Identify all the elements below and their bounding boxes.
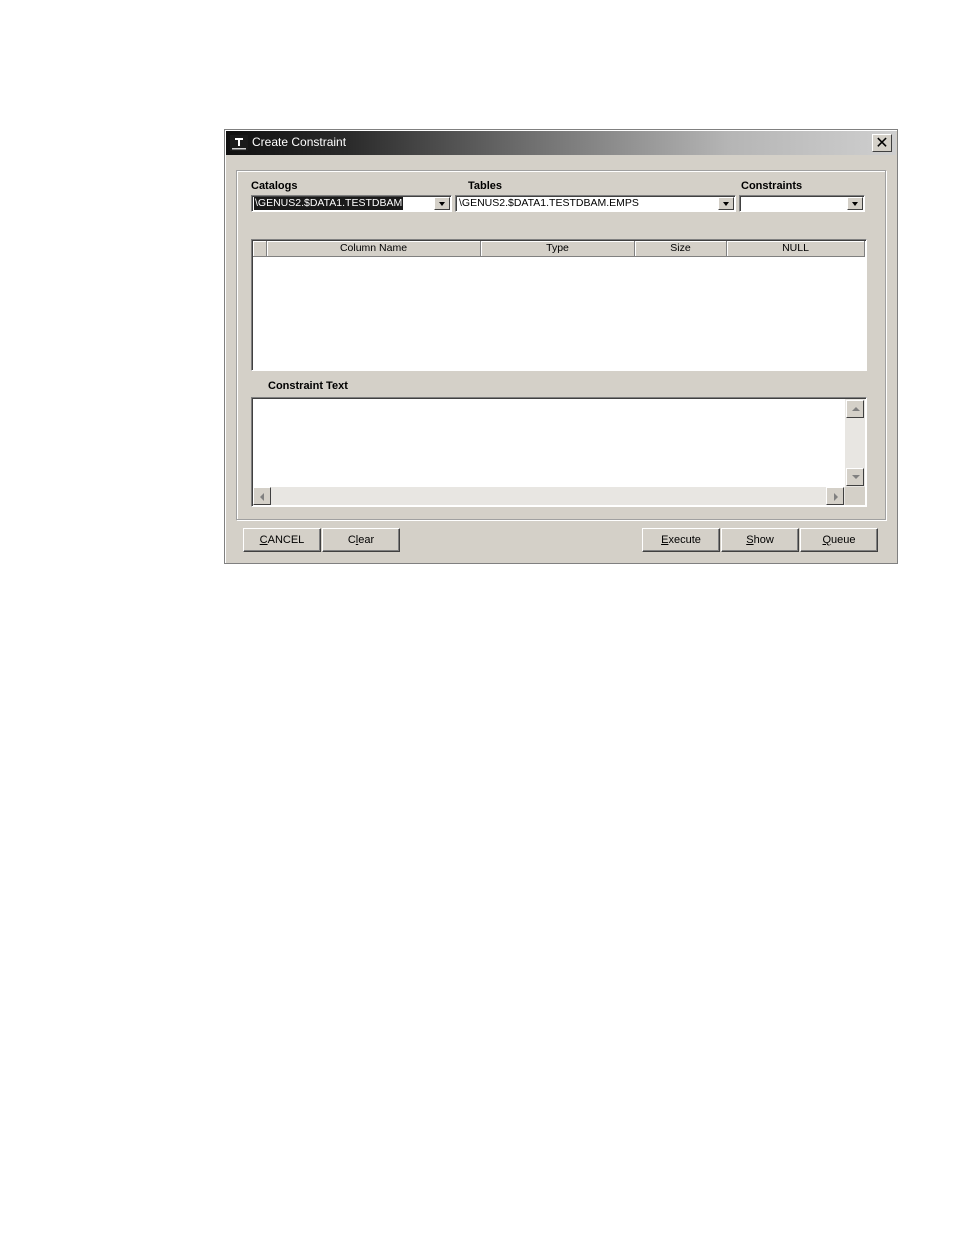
close-button[interactable]: ✕ xyxy=(872,134,892,152)
column-header-type[interactable]: Type xyxy=(481,241,635,257)
catalogs-selected-value: \GENUS2.$DATA1.TESTDBAM xyxy=(254,197,404,210)
constraints-dropdown[interactable] xyxy=(739,195,865,212)
constraint-text-area[interactable] xyxy=(251,397,867,507)
scroll-left-button[interactable] xyxy=(253,487,271,505)
tables-dropdown-button[interactable] xyxy=(718,197,734,210)
scroll-down-button[interactable] xyxy=(846,468,864,486)
arrow-right-icon xyxy=(834,493,838,501)
execute-label-rest: xecute xyxy=(668,534,701,546)
create-constraint-dialog: Create Constraint ✕ Catalogs Tables Cons… xyxy=(224,129,898,564)
grid-header: Column Name Type Size NULL xyxy=(253,241,865,257)
cancel-label-rest: ANCEL xyxy=(267,534,305,546)
cancel-button[interactable]: CANCEL xyxy=(243,528,321,552)
arrow-down-icon xyxy=(852,475,860,479)
constraints-label: Constraints xyxy=(741,180,803,192)
queue-button[interactable]: Queue xyxy=(800,528,878,552)
arrow-left-icon xyxy=(260,493,264,501)
clear-label-pre: C xyxy=(347,534,356,546)
constraint-text-label: Constraint Text xyxy=(268,380,348,392)
title-bar[interactable]: Create Constraint ✕ xyxy=(226,131,896,155)
catalogs-dropdown[interactable]: \GENUS2.$DATA1.TESTDBAM xyxy=(251,195,452,212)
show-mnemonic: S xyxy=(746,534,754,546)
column-header-size[interactable]: Size xyxy=(635,241,727,257)
tables-selected-value: \GENUS2.$DATA1.TESTDBAM.EMPS xyxy=(459,197,639,209)
queue-mnemonic: Q xyxy=(822,534,832,546)
clear-label-rest: ear xyxy=(358,534,375,546)
scroll-right-button[interactable] xyxy=(826,487,844,505)
vertical-scrollbar[interactable] xyxy=(845,399,865,487)
show-label-rest: how xyxy=(753,534,774,546)
queue-label-rest: ueue xyxy=(831,534,856,546)
chevron-down-icon xyxy=(723,202,729,206)
constraints-dropdown-button[interactable] xyxy=(847,197,863,210)
horizontal-scrollbar[interactable] xyxy=(253,487,845,505)
scrollbar-corner xyxy=(845,487,865,505)
tables-dropdown[interactable]: \GENUS2.$DATA1.TESTDBAM.EMPS xyxy=(455,195,736,212)
clear-button[interactable]: Clear xyxy=(322,528,400,552)
scroll-up-button[interactable] xyxy=(846,400,864,418)
chevron-down-icon xyxy=(852,202,858,206)
cancel-mnemonic: C xyxy=(259,534,268,546)
execute-button[interactable]: Execute xyxy=(642,528,720,552)
window-title: Create Constraint xyxy=(252,135,347,149)
column-header-null[interactable]: NULL xyxy=(727,241,865,257)
catalogs-label: Catalogs xyxy=(251,180,298,192)
column-grid[interactable]: Column Name Type Size NULL xyxy=(251,239,867,371)
column-header-column-name[interactable]: Column Name xyxy=(267,241,481,257)
tables-label: Tables xyxy=(468,180,503,192)
arrow-up-icon xyxy=(852,407,860,411)
catalogs-dropdown-button[interactable] xyxy=(434,197,450,210)
show-button[interactable]: Show xyxy=(721,528,799,552)
app-logo-icon xyxy=(230,135,248,151)
close-icon: ✕ xyxy=(875,133,889,152)
chevron-down-icon xyxy=(439,202,445,206)
grid-row-selector-header xyxy=(253,241,267,257)
